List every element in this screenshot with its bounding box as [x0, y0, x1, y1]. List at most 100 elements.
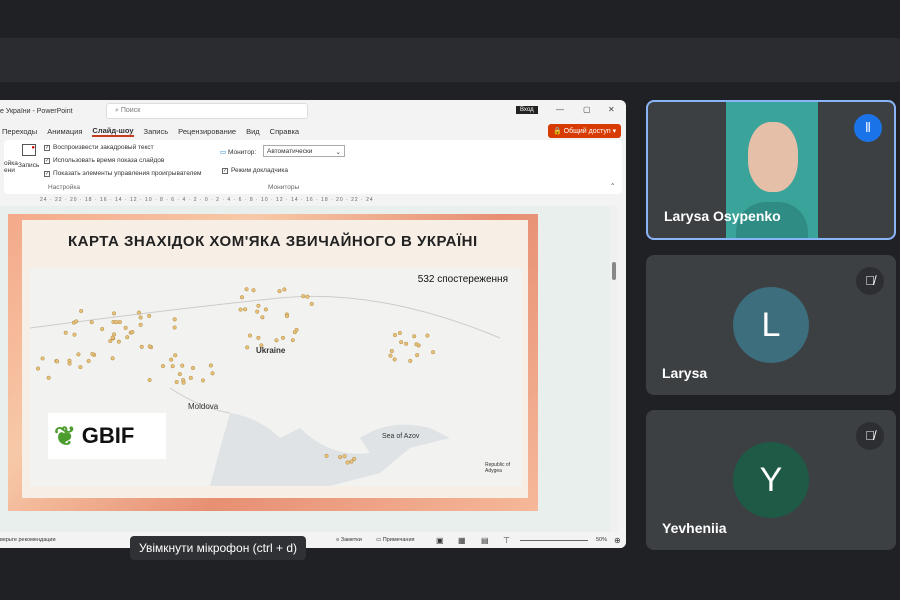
observation-dot	[404, 341, 409, 346]
checkbox-timings[interactable]: ✓ Использовать время показа слайдов	[44, 157, 164, 164]
observation-dot	[89, 320, 94, 325]
zoom-slider[interactable]	[520, 540, 588, 541]
monitor-icon: ▭	[220, 149, 227, 156]
slide[interactable]: КАРТА ЗНАХІДОК ХОМ'ЯКА ЗВИЧАЙНОГО В УКРА…	[8, 214, 538, 511]
tab-animation[interactable]: Анимация	[47, 127, 82, 136]
observation-dot	[138, 315, 143, 320]
slide-title: КАРТА ЗНАХІДОК ХОМ'ЯКА ЗВИЧАЙНОГО В УКРА…	[68, 233, 478, 250]
observation-dot	[169, 357, 174, 362]
tab-slideshow[interactable]: Слайд-шоу	[92, 126, 134, 137]
observation-dot	[260, 315, 265, 320]
observation-dot	[294, 327, 299, 332]
notes-label: Заметки	[340, 537, 362, 543]
observation-dot	[392, 357, 397, 362]
observation-dot	[243, 307, 248, 312]
mic-muted-icon: 🎙̸	[856, 267, 884, 295]
observation-dot	[277, 289, 282, 294]
observation-dot	[190, 365, 196, 371]
observation-dot	[72, 332, 77, 337]
checkbox-narration[interactable]: ✓ Воспроизвести закадровый текст	[44, 144, 154, 151]
observation-dot	[415, 353, 420, 358]
observation-dot	[208, 363, 213, 368]
label-moldova: Moldova	[188, 402, 219, 411]
observation-dot	[188, 375, 193, 380]
monitor-label: ▭ Монитор:	[220, 148, 256, 156]
observation-dot	[116, 339, 121, 344]
slide-sorter-icon[interactable]: ▦	[458, 536, 466, 545]
observation-dot	[67, 361, 72, 366]
participant-tile[interactable]: 🎙̸ Y Yevheniia	[646, 410, 896, 550]
observation-dot	[255, 309, 260, 314]
scrollbar-thumb[interactable]	[612, 262, 616, 280]
tab-transitions[interactable]: Переходы	[2, 127, 37, 136]
collapse-ribbon-icon[interactable]: ⌃	[610, 182, 615, 190]
observation-dot	[63, 330, 68, 335]
vertical-scrollbar[interactable]	[610, 206, 618, 532]
observation-dot	[138, 322, 143, 327]
tab-record[interactable]: Запись	[144, 127, 169, 136]
observation-dot	[130, 330, 135, 335]
observation-dot	[345, 460, 350, 465]
participant-tile[interactable]: ⦀ Larysa Osypenko	[646, 100, 896, 240]
signin-button[interactable]: Вход	[516, 106, 538, 114]
maximize-icon[interactable]: ▢	[583, 105, 591, 114]
share-button[interactable]: 🔒 Общий доступ ▾	[548, 124, 622, 138]
notes-button[interactable]: ≡ Заметки	[336, 537, 362, 543]
checkbox-label: Использовать время показа слайдов	[53, 157, 165, 164]
speaking-indicator-icon: ⦀	[854, 114, 882, 142]
observation-dot	[263, 307, 268, 312]
observation-dot	[174, 379, 179, 385]
observation-dot	[408, 358, 413, 363]
checkbox-presenter-view[interactable]: ✓ Режим докладчика	[222, 167, 288, 174]
observation-dot	[284, 314, 290, 319]
observation-dot	[282, 287, 287, 292]
observation-dot	[147, 377, 152, 383]
reading-view-icon[interactable]: ▤	[481, 536, 489, 545]
comments-button[interactable]: ▭ Примечания	[376, 537, 415, 543]
observation-dot	[397, 330, 402, 336]
avatar: Y	[733, 442, 809, 518]
leaf-icon: ❦	[54, 420, 76, 451]
observation-dot	[172, 317, 177, 322]
group-setup-label: Настройка	[48, 184, 80, 191]
slide-content: КАРТА ЗНАХІДОК ХОМ'ЯКА ЗВИЧАЙНОГО В УКРА…	[22, 220, 528, 498]
observation-dot	[342, 454, 347, 459]
observation-dot	[305, 294, 310, 299]
observation-dot	[78, 365, 83, 370]
checkbox-media-controls[interactable]: ✓ Показать элементы управления проигрыват…	[44, 170, 201, 177]
ruler: 24 · 22 · 20 · 18 · 16 · 14 · 12 · 10 · …	[40, 197, 374, 203]
setup-timing-button[interactable]: ойка ени	[4, 160, 18, 174]
participant-name: Larysa	[662, 365, 708, 381]
observation-dot	[76, 352, 81, 357]
observation-dot	[172, 325, 177, 330]
tab-view[interactable]: Вид	[246, 127, 260, 136]
close-icon[interactable]: ✕	[608, 105, 615, 114]
slideshow-view-icon[interactable]: ⊤	[503, 536, 510, 545]
tab-review[interactable]: Рецензирование	[178, 127, 236, 136]
participant-name: Larysa Osypenko	[664, 208, 781, 224]
window-title: е України - PowerPoint	[0, 107, 73, 115]
normal-view-icon[interactable]: ▣	[436, 536, 444, 545]
fit-slide-icon[interactable]: ⊕	[614, 536, 621, 545]
participant-tile[interactable]: 🎙̸ L Larysa	[646, 255, 896, 395]
observation-dot	[430, 350, 436, 355]
monitor-text: Монитор:	[227, 149, 257, 156]
observation-dot	[86, 358, 91, 364]
participant-name: Yevheniia	[662, 520, 727, 536]
label-ukraine: Ukraine	[256, 346, 286, 355]
observation-dot	[90, 351, 95, 357]
observation-dot	[425, 333, 430, 338]
map: 532 спостереження Ukraine Moldova Sea of…	[30, 268, 522, 486]
observation-dot	[180, 363, 185, 368]
search-input[interactable]: ⌕ Поиск	[106, 103, 308, 119]
monitor-select[interactable]: Автоматически ⌄	[263, 145, 345, 157]
comments-label: Примечания	[382, 537, 415, 543]
observation-dot	[111, 311, 117, 316]
avatar: L	[733, 287, 809, 363]
minimize-icon[interactable]: —	[556, 105, 564, 114]
ribbon-tabs: Переходы Анимация Слайд-шоу Запись Рецен…	[0, 122, 626, 140]
tab-help[interactable]: Справка	[270, 127, 299, 136]
observation-dot	[309, 301, 314, 306]
record-button[interactable]: Запись	[18, 162, 39, 169]
observation-dot	[147, 313, 152, 318]
